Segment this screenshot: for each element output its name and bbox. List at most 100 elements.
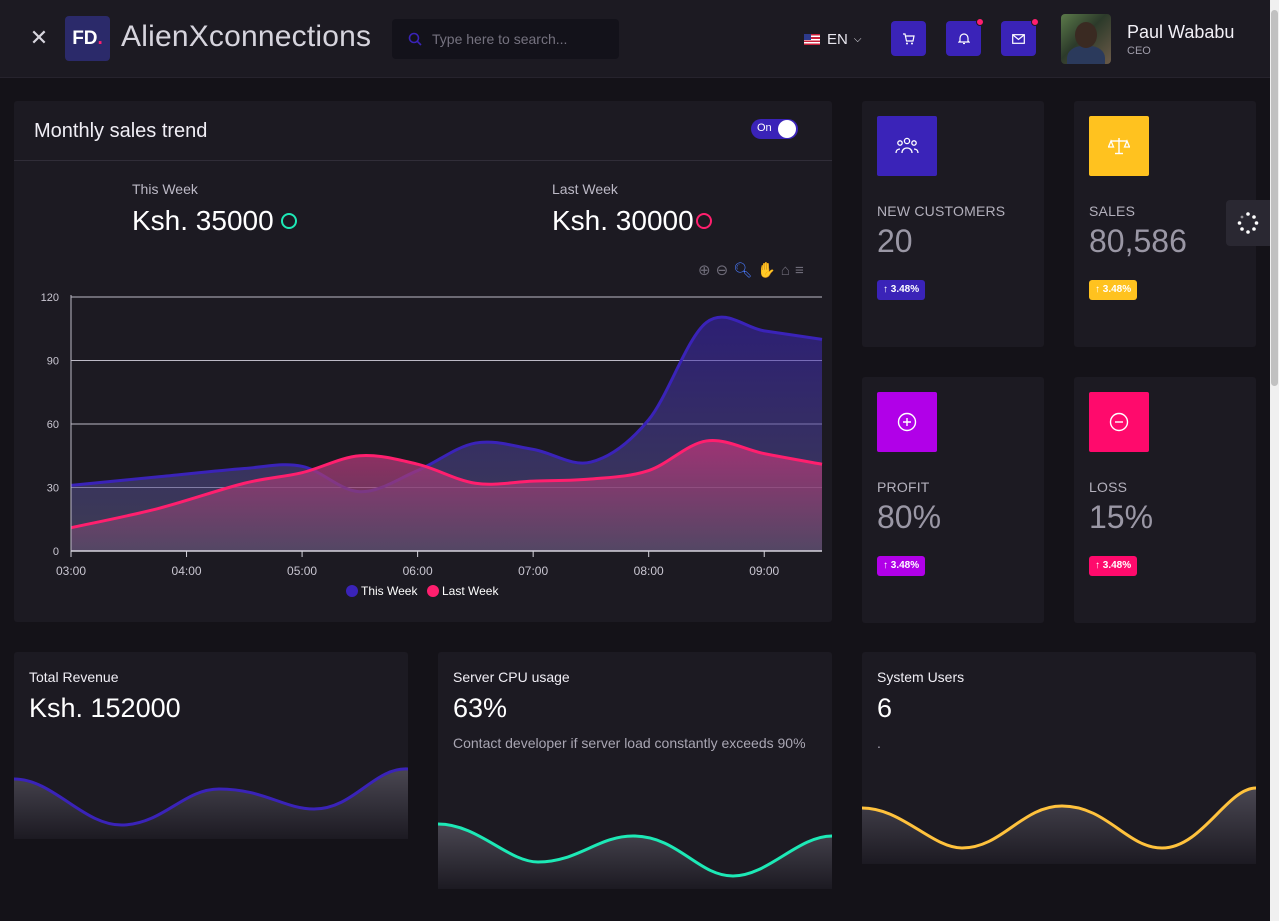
trend-down-icon [695,213,712,229]
y-tick-label: 30 [47,483,59,495]
users-sparkline [862,786,1256,864]
y-tick-label: 0 [53,546,59,558]
badge-value: 3.48% [890,284,920,295]
plus-circle-icon [877,392,937,452]
stat-badge: ↑ 3.48% [1089,556,1138,576]
x-tick-label: 03:00 [56,564,86,578]
legend-marker [346,585,358,597]
card-value: 63% [453,693,508,723]
divider [14,160,832,161]
stat-badge: ↑ 3.48% [877,280,926,300]
card-description: . [877,735,881,751]
reset-home-icon[interactable]: ⌂ [781,262,790,279]
stat-value: 80,586 [1089,223,1187,259]
bell-icon [957,33,970,45]
stat-label: SALES [1089,203,1136,219]
user-role: CEO [1127,45,1151,57]
scrollbar-thumb[interactable] [1271,10,1278,386]
last-week-value: Ksh. 30000 [552,205,712,237]
toggle-knob [778,120,796,138]
x-tick-label: 06:00 [403,564,433,578]
this-week-value: Ksh. 35000 [132,205,297,237]
legend-label: Last Week [442,584,499,598]
mail-icon [1012,33,1025,44]
users-icon [877,116,937,176]
notification-dot [1031,18,1039,26]
app-title: AlienXconnections [121,20,372,53]
card-value: Ksh. 152000 [29,693,181,723]
chevron-down-icon: ⌵ [853,33,862,45]
search-box [392,19,619,59]
this-week-label: This Week [132,181,198,197]
stat-badge: ↑ 3.48% [877,556,926,576]
language-selector[interactable]: EN ⌵ [804,29,861,49]
chart-toolbar: ⊕ ⊖ 🔍︎ ✋ ⌂ ≡ [698,261,804,280]
zoom-select-icon[interactable]: 🔍︎ [733,261,752,279]
card-title: Total Revenue [29,669,119,685]
sales-trend-card: Monthly sales trend On This Week Ksh. 35… [14,101,832,622]
notification-dot [976,18,984,26]
logo-dot: . [97,28,103,49]
cpu-sparkline [438,822,832,889]
card-title: System Users [877,669,965,685]
y-tick-label: 60 [47,419,59,431]
x-tick-label: 07:00 [518,564,548,578]
cart-icon [903,32,915,44]
search-icon [408,32,422,46]
new-customers-card: NEW CUSTOMERS 20 ↑ 3.48% [862,101,1044,347]
toggle-label: On [757,122,772,134]
trend-toggle[interactable]: On [751,119,798,139]
notifications-button[interactable] [946,18,984,56]
top-bar: ✕ FD. AlienXconnections EN ⌵ Paul Wababu… [0,0,1270,78]
spinner-icon [1237,212,1259,234]
card-value: 6 [877,693,893,723]
badge-value: 3.48% [1102,560,1132,571]
zoom-in-icon[interactable]: ⊕ [698,261,711,279]
settings-loader-button[interactable] [1226,200,1270,246]
server-cpu-card: Server CPU usage 63% Contact developer i… [438,652,832,889]
scale-icon [1089,116,1149,176]
system-users-card: System Users 6 . [862,652,1256,864]
x-tick-label: 05:00 [287,564,317,578]
cart-button[interactable] [891,21,926,56]
us-flag-icon [804,33,820,45]
legend-marker [427,585,439,597]
scrollbar[interactable] [1270,0,1279,921]
messages-button[interactable] [1001,18,1039,56]
sales-area-chart: 0 30 60 90 120 03:00 04:00 05:00 06:00 07:00 08:00… [41,292,823,598]
chart-menu-icon[interactable]: ≡ [795,262,804,279]
zoom-out-icon[interactable]: ⊖ [716,261,729,279]
stat-label: LOSS [1089,479,1128,495]
x-tick-label: 09:00 [749,564,779,578]
stat-value: 20 [877,223,913,259]
search-input[interactable] [432,29,612,49]
last-week-label: Last Week [552,181,618,197]
pan-hand-icon[interactable]: ✋ [757,261,776,279]
stat-badge: ↑ 3.48% [1089,280,1138,300]
x-tick-label: 08:00 [634,564,664,578]
loss-card: LOSS 15% ↑ 3.48% [1074,377,1256,623]
avatar[interactable] [1061,14,1111,64]
stat-value: 15% [1089,499,1154,535]
x-tick-label: 04:00 [172,564,202,578]
minus-circle-icon [1089,392,1149,452]
total-revenue-card: Total Revenue Ksh. 152000 [14,652,408,839]
stat-label: NEW CUSTOMERS [877,203,1006,219]
legend-label: This Week [361,584,418,598]
logo[interactable]: FD. [65,16,110,61]
y-tick-label: 120 [41,292,59,304]
revenue-sparkline [14,767,408,839]
close-icon[interactable]: ✕ [28,27,50,49]
user-name: Paul Wababu [1127,22,1235,42]
card-title: Server CPU usage [453,669,570,685]
card-title: Monthly sales trend [34,120,208,142]
y-tick-label: 90 [47,356,59,368]
last-week-amount: Ksh. 30000 [552,205,694,236]
card-description: Contact developer if server load constan… [453,735,806,751]
trend-up-icon [280,213,297,229]
profit-card: PROFIT 80% ↑ 3.48% [862,377,1044,623]
badge-value: 3.48% [890,560,920,571]
logo-text: FD [72,28,98,49]
this-week-amount: Ksh. 35000 [132,205,274,236]
language-label: EN [827,30,848,48]
